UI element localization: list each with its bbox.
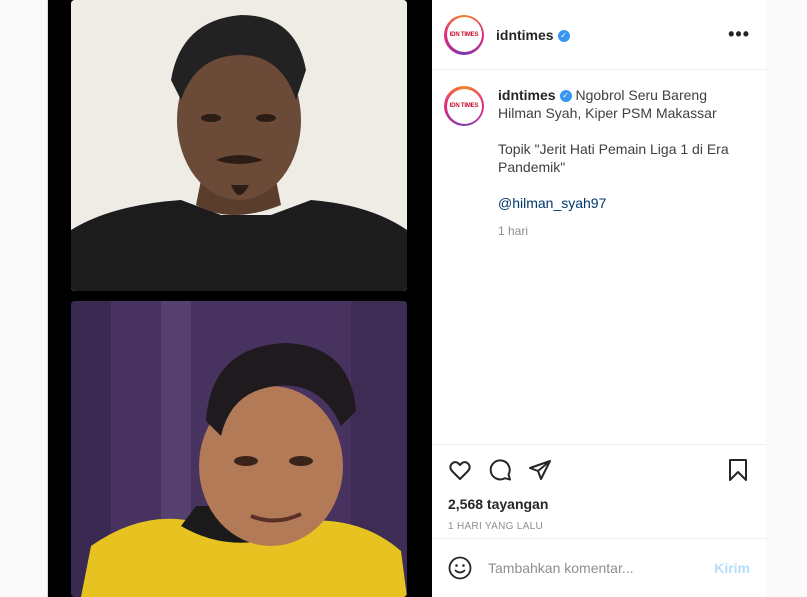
account-username[interactable]: idntimes ✓ — [496, 27, 570, 43]
comment-input[interactable] — [488, 560, 715, 576]
avatar-logo: IDN TIMES — [446, 17, 482, 52]
instagram-post: IDN TIMES idntimes ✓ ••• IDN TIMES idntim… — [47, 0, 766, 597]
verified-icon: ✓ — [557, 29, 570, 42]
caption-avatar[interactable]: IDN TIMES — [444, 86, 484, 126]
caption-row: IDN TIMES idntimes ✓ Ngobrol Seru Bareng … — [444, 86, 750, 240]
username-text: idntimes — [496, 26, 554, 43]
bookmark-icon[interactable] — [726, 458, 750, 482]
caption-username[interactable]: idntimes — [498, 87, 556, 103]
share-icon[interactable] — [528, 458, 552, 482]
caption-text: idntimes ✓ Ngobrol Seru Bareng Hilman Sya… — [498, 86, 738, 240]
caption-time[interactable]: 1 hari — [498, 222, 738, 240]
view-count[interactable]: 2,568 tayangan — [432, 495, 766, 513]
comment-icon[interactable] — [488, 458, 512, 482]
live-video-media[interactable] — [48, 0, 432, 597]
caption-verified-icon: ✓ — [559, 90, 572, 103]
send-comment-button[interactable]: Kirim — [714, 560, 750, 576]
post-side-panel: IDN TIMES idntimes ✓ ••• IDN TIMES idntim… — [432, 0, 766, 597]
post-header: IDN TIMES idntimes ✓ ••• — [432, 0, 766, 70]
action-icons — [432, 445, 766, 495]
guest-person-image — [71, 301, 407, 597]
video-feed-guest — [71, 301, 407, 597]
comment-box: Kirim — [432, 538, 766, 597]
caption-area: IDN TIMES idntimes ✓ Ngobrol Seru Bareng … — [432, 70, 766, 444]
post-timestamp[interactable]: 1 HARI YANG LALU — [432, 521, 766, 532]
heart-icon[interactable] — [448, 458, 472, 482]
actions-section: 2,568 tayangan 1 HARI YANG LALU — [432, 444, 766, 532]
more-options-icon[interactable]: ••• — [728, 24, 750, 45]
emoji-icon[interactable] — [448, 556, 472, 580]
caption-line-2: Topik "Jerit Hati Pemain Liga 1 di Era P… — [498, 141, 729, 175]
caption-mention[interactable]: @hilman_syah97 — [498, 194, 738, 212]
host-person-image — [71, 0, 407, 291]
video-feed-host — [71, 0, 407, 291]
account-avatar[interactable]: IDN TIMES — [444, 14, 484, 55]
page: IDN TIMES idntimes ✓ ••• IDN TIMES idntim… — [0, 0, 807, 597]
caption-avatar-logo: IDN TIMES — [446, 88, 482, 124]
